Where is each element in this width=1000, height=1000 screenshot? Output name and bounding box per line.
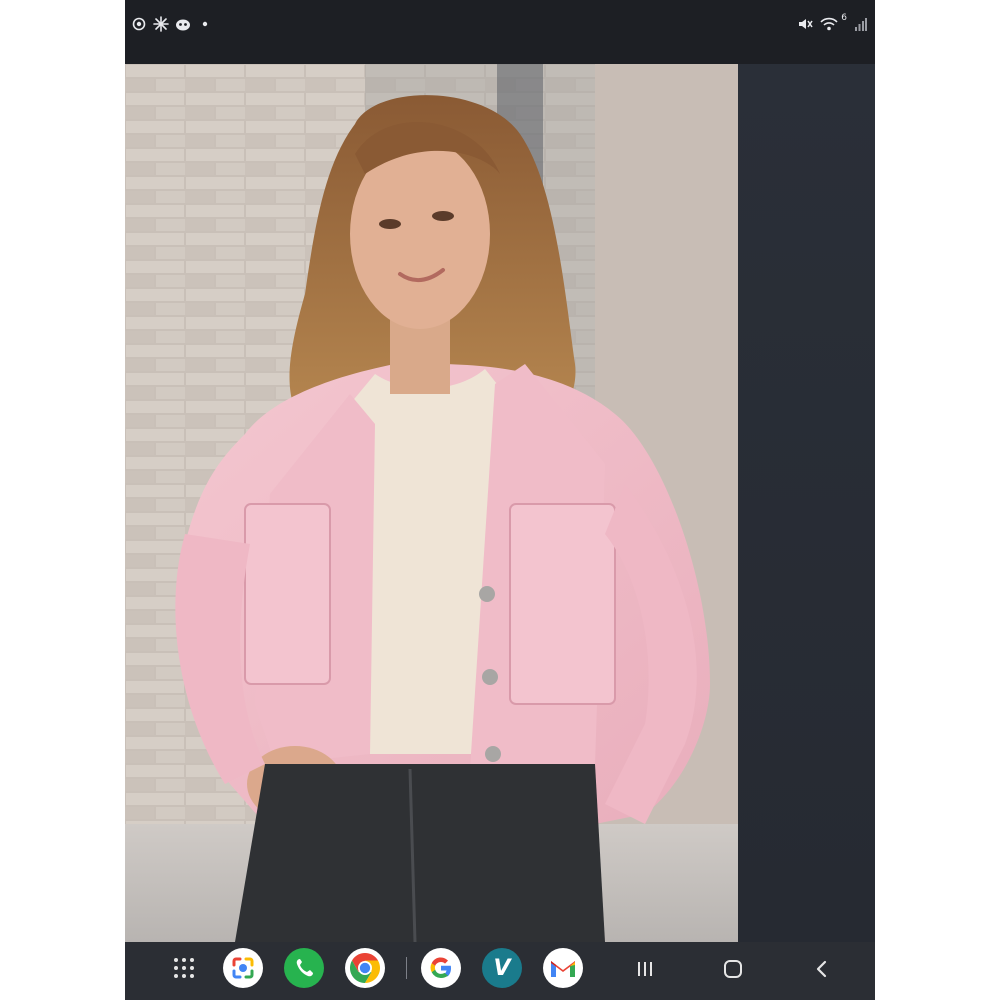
mute-icon [797, 14, 813, 34]
dot-icon [197, 14, 213, 34]
navigation-bar: V [125, 942, 875, 1000]
sparkle-icon [153, 14, 169, 34]
wifi-icon [819, 14, 839, 34]
venmo-letter: V [493, 955, 511, 981]
phone-screen: 6 V [125, 0, 875, 1000]
wifi-badge: 6 [841, 13, 847, 23]
back-button[interactable] [807, 954, 837, 984]
home-button[interactable] [718, 954, 748, 984]
gmail-icon[interactable] [543, 948, 583, 988]
status-left [131, 14, 213, 34]
venmo-icon[interactable]: V [482, 948, 522, 988]
chrome-icon[interactable] [345, 948, 385, 988]
status-bar: 6 [125, 0, 875, 64]
signal-icon [853, 14, 869, 34]
app-dock: V [171, 948, 604, 988]
phone-icon[interactable] [284, 948, 324, 988]
viewer-side-panel [738, 64, 875, 942]
google-icon[interactable] [421, 948, 461, 988]
google-lens-icon[interactable] [223, 948, 263, 988]
camera-icon [131, 14, 147, 34]
face-icon [175, 14, 191, 34]
app-drawer-icon[interactable] [171, 955, 197, 981]
photo-woman-pink-denim-jacket [125, 64, 738, 942]
status-right: 6 [797, 13, 869, 34]
recents-button[interactable] [630, 954, 660, 984]
dock-divider [406, 957, 407, 979]
photo-viewer[interactable] [125, 64, 875, 942]
